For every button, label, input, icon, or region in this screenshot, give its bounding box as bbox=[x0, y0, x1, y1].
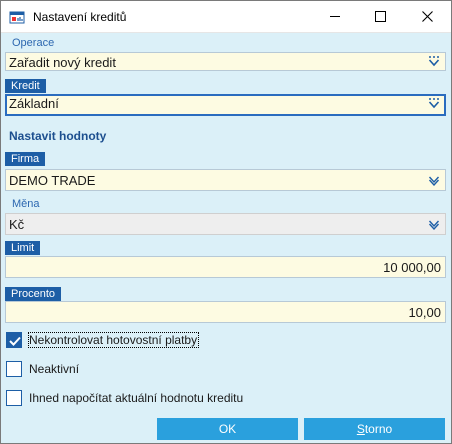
mena-select[interactable]: Kč bbox=[5, 213, 446, 235]
dialog-window: Nastavení kreditů Operace Zařadit nový k… bbox=[0, 0, 452, 444]
firma-select[interactable]: DEMO TRADE bbox=[5, 169, 446, 191]
close-icon bbox=[422, 11, 433, 22]
storno-label-rest: torno bbox=[364, 422, 393, 436]
checkbox-unchecked[interactable] bbox=[6, 361, 22, 377]
dropdown-chevron-icon[interactable] bbox=[428, 175, 440, 186]
kredit-select[interactable]: Základní bbox=[5, 94, 446, 116]
storno-button[interactable]: Storno bbox=[304, 418, 445, 440]
kredit-label: Kredit bbox=[5, 79, 46, 93]
maximize-icon bbox=[375, 11, 386, 22]
firma-value: DEMO TRADE bbox=[9, 173, 96, 188]
procento-input[interactable]: 10,00 bbox=[5, 301, 446, 323]
mena-value: Kč bbox=[9, 217, 25, 232]
storno-hotkey: S bbox=[356, 422, 365, 436]
dropdown-chevron-icon[interactable] bbox=[428, 56, 440, 67]
checkbox-checked[interactable] bbox=[6, 332, 22, 348]
minimize-button[interactable] bbox=[313, 1, 358, 32]
close-button[interactable] bbox=[405, 1, 450, 32]
limit-input[interactable]: 10 000,00 bbox=[5, 256, 446, 278]
app-icon bbox=[9, 9, 25, 25]
procento-label: Procento bbox=[5, 287, 62, 301]
checkmark-icon bbox=[9, 336, 21, 346]
checkbox-label[interactable]: Neaktivní bbox=[29, 362, 79, 376]
kredit-value: Základní bbox=[9, 96, 59, 111]
checkbox-unchecked[interactable] bbox=[6, 390, 22, 406]
window-title: Nastavení kreditů bbox=[33, 10, 127, 24]
operace-label: Operace bbox=[12, 37, 55, 49]
checkbox-label[interactable]: Ihned napočítat aktuální hodnotu kreditu bbox=[29, 391, 243, 405]
operace-value: Zařadit nový kredit bbox=[9, 55, 116, 70]
dropdown-chevron-icon[interactable] bbox=[428, 98, 440, 109]
ok-button[interactable]: OK bbox=[157, 418, 298, 440]
maximize-button[interactable] bbox=[358, 1, 403, 32]
minimize-icon bbox=[330, 16, 340, 17]
section-title: Nastavit hodnoty bbox=[9, 129, 107, 143]
operace-select[interactable]: Zařadit nový kredit bbox=[5, 52, 446, 71]
dropdown-chevron-icon[interactable] bbox=[428, 219, 440, 230]
mena-label: Měna bbox=[12, 198, 40, 210]
title-bar[interactable]: Nastavení kreditů bbox=[1, 1, 451, 33]
checkbox-label[interactable]: Nekontrolovat hotovostní platby bbox=[27, 332, 200, 348]
firma-label: Firma bbox=[5, 152, 46, 166]
limit-label: Limit bbox=[5, 241, 41, 255]
